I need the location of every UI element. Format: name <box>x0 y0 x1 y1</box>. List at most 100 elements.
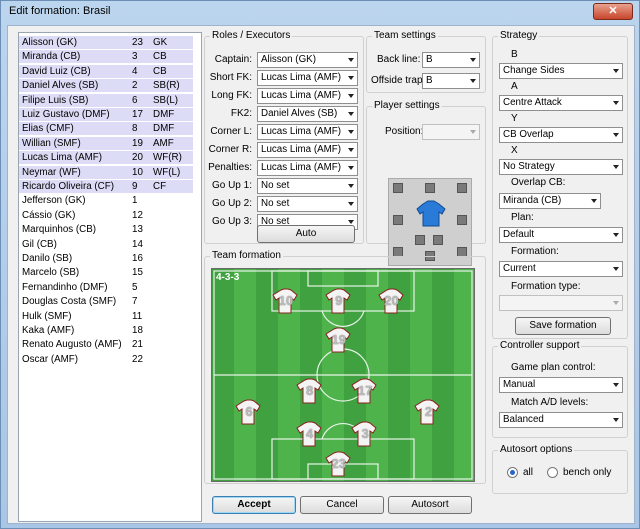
formation-player[interactable]: 17 <box>351 377 379 405</box>
role-select[interactable]: No set <box>257 178 358 194</box>
shirt-number: 4 <box>306 425 314 441</box>
formation-player[interactable]: 19 <box>325 326 353 354</box>
autosort-all-radio[interactable] <box>507 467 518 478</box>
player-row[interactable]: Neymar (WF) 10 WF(L) <box>19 165 193 179</box>
player-row[interactable]: Cássio (GK) 12 <box>19 209 193 222</box>
player-row[interactable]: Alisson (GK) 23 GK <box>19 36 193 49</box>
offside-select[interactable]: B <box>422 73 480 89</box>
overlap-select[interactable]: Miranda (CB) <box>499 193 601 209</box>
player-row[interactable]: Danilo (SB) 16 <box>19 252 193 265</box>
window-title: Edit formation: Brasil <box>9 5 111 17</box>
strategy-group: Strategy B Change Sides A Centre Attack Y CB … <box>492 30 628 339</box>
strategy-select[interactable]: Change Sides <box>499 63 623 79</box>
player-row[interactable]: Marquinhos (CB) 13 <box>19 223 193 236</box>
player-number: 14 <box>132 238 143 250</box>
player-position: CB <box>153 51 167 63</box>
position-slot[interactable] <box>433 235 443 245</box>
autosort-bench-radio[interactable] <box>547 467 558 478</box>
formation-player[interactable]: 6 <box>235 398 263 426</box>
player-position: DMF <box>153 109 175 120</box>
formation-player[interactable]: 8 <box>295 377 324 405</box>
player-row[interactable]: Fernandinho (DMF) 5 <box>19 281 193 294</box>
player-position: WF(L) <box>153 166 181 178</box>
cancel-button[interactable]: Cancel <box>300 496 384 514</box>
strategy-select[interactable]: CB Overlap <box>499 127 623 143</box>
formation-type-select[interactable] <box>499 295 623 311</box>
position-select[interactable] <box>422 124 480 140</box>
player-position: WF(R) <box>153 152 182 164</box>
player-row[interactable]: Renato Augusto (AMF) 21 <box>19 338 193 351</box>
formation-select[interactable]: Current <box>499 261 623 277</box>
player-row[interactable]: Elias (CMF) 8 DMF <box>19 122 193 136</box>
position-picker[interactable] <box>388 178 472 266</box>
autosort-button[interactable]: Autosort <box>388 496 472 514</box>
formation-player[interactable]: 23 <box>325 450 353 478</box>
position-slot[interactable] <box>457 183 467 193</box>
player-row[interactable]: David Luiz (CB) 4 CB <box>19 64 193 78</box>
position-slot[interactable] <box>393 183 403 193</box>
player-number: 15 <box>132 267 143 279</box>
player-row[interactable]: Luiz Gustavo (DMF) 17 DMF <box>19 108 193 121</box>
save-formation-button[interactable]: Save formation <box>515 317 611 335</box>
game-plan-select[interactable]: Manual <box>499 377 623 393</box>
shirt-number: 17 <box>357 382 373 398</box>
strategy-value: CB Overlap <box>503 129 554 140</box>
player-row[interactable]: Miranda (CB) 3 CB <box>19 50 193 64</box>
player-row[interactable]: Hulk (SMF) 11 <box>19 310 193 323</box>
formation-player[interactable]: 3 <box>351 420 379 448</box>
role-select[interactable]: No set <box>257 196 358 212</box>
back-line-select[interactable]: B <box>422 52 480 68</box>
offside-value: B <box>426 75 433 86</box>
player-name: Alisson (GK) <box>22 37 77 48</box>
plan-select[interactable]: Default <box>499 227 623 243</box>
close-icon[interactable]: ✕ <box>593 3 633 20</box>
accept-button[interactable]: Accept <box>212 496 296 514</box>
formation-player[interactable]: 10 <box>272 287 300 315</box>
player-number: 2 <box>132 80 138 92</box>
game-plan-value: Manual <box>503 379 536 390</box>
formation-player[interactable]: 4 <box>295 420 324 448</box>
player-row[interactable]: Daniel Alves (SB) 2 SB(R) <box>19 79 193 93</box>
match-ad-select[interactable]: Balanced <box>499 412 623 428</box>
formation-player[interactable]: 9 <box>325 287 353 315</box>
strategy-select[interactable]: Centre Attack <box>499 95 623 111</box>
auto-button[interactable]: Auto <box>257 225 355 243</box>
player-row[interactable]: Oscar (AMF) 22 <box>19 353 193 366</box>
team-settings-group: Team settings Back line: B Offside trap:… <box>366 30 486 93</box>
player-row[interactable]: Douglas Costa (SMF) 7 <box>19 295 193 308</box>
player-position: CF <box>153 181 167 192</box>
role-select[interactable]: Lucas Lima (AMF) <box>257 70 358 86</box>
player-number: 10 <box>132 166 143 178</box>
player-row[interactable]: Jefferson (GK) 1 <box>19 194 193 207</box>
player-row[interactable]: Kaka (AMF) 18 <box>19 324 193 337</box>
role-select[interactable]: Lucas Lima (AMF) <box>257 160 358 176</box>
role-select[interactable]: Alisson (GK) <box>257 52 358 68</box>
formation-player[interactable]: 2 <box>414 398 442 426</box>
player-list[interactable]: Alisson (GK) 23 GK Miranda (CB) 3 CB David Lui… <box>18 32 202 522</box>
player-row[interactable]: Marcelo (SB) 15 <box>19 266 193 279</box>
player-row[interactable]: Gil (CB) 14 <box>19 238 193 251</box>
position-slot[interactable] <box>393 215 403 225</box>
team-formation-title: Team formation <box>210 250 283 261</box>
formation-player[interactable]: 20 <box>377 287 406 315</box>
role-select[interactable]: Lucas Lima (AMF) <box>257 142 358 158</box>
player-row[interactable]: Willian (SMF) 19 AMF <box>19 136 193 150</box>
player-row[interactable]: Filipe Luis (SB) 6 SB(L) <box>19 93 193 107</box>
player-name: Luiz Gustavo (DMF) <box>22 109 110 120</box>
role-select[interactable]: Daniel Alves (SB) <box>257 106 358 122</box>
role-select[interactable]: Lucas Lima (AMF) <box>257 88 358 104</box>
chevron-down-icon <box>613 301 619 305</box>
role-value: Daniel Alves (SB) <box>261 108 338 119</box>
formation-pitch[interactable]: 4-3-3 10 9 20 19 8 17 6 2 4 3 23 <box>211 268 475 482</box>
player-position: GK <box>153 37 168 48</box>
player-number: 12 <box>132 209 143 221</box>
position-slot[interactable] <box>425 183 435 193</box>
player-row[interactable]: Lucas Lima (AMF) 20 WF(R) <box>19 151 193 165</box>
position-slot[interactable] <box>415 235 425 245</box>
strategy-select[interactable]: No Strategy <box>499 159 623 175</box>
role-select[interactable]: Lucas Lima (AMF) <box>257 124 358 140</box>
position-slot[interactable] <box>457 215 467 225</box>
autosort-bench-label: bench only <box>563 467 612 478</box>
player-row[interactable]: Ricardo Oliveira (CF) 9 CF <box>19 180 193 193</box>
strategy-value: Change Sides <box>503 65 565 76</box>
